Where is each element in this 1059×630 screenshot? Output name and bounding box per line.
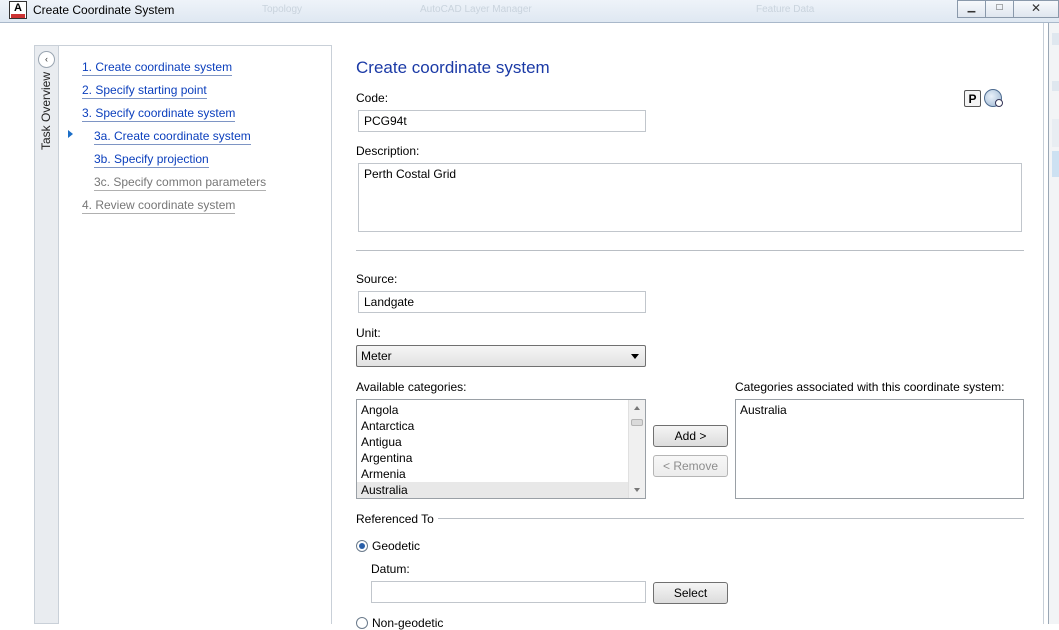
background-tab-feature-data: Feature Data: [756, 4, 815, 15]
add-button[interactable]: Add >: [653, 425, 728, 447]
autocad-app-icon: A: [9, 1, 27, 19]
globe-search-icon[interactable]: [984, 89, 1003, 107]
close-button[interactable]: ✕: [1013, 0, 1059, 18]
nav-step-3b[interactable]: 3b. Specify projection: [94, 152, 209, 168]
scroll-thumb[interactable]: [631, 419, 643, 426]
source-label: Source:: [356, 272, 398, 286]
nav-step-4: 4. Review coordinate system: [82, 198, 236, 214]
title-bar: A Create Coordinate System Topology Auto…: [0, 0, 1059, 23]
list-item[interactable]: Angola: [357, 402, 645, 418]
background-window-edge: [1048, 23, 1059, 624]
nav-step-3c: 3c. Specify common parameters: [94, 175, 267, 191]
source-field[interactable]: Landgate: [358, 291, 646, 313]
description-label: Description:: [356, 144, 420, 158]
list-item[interactable]: Australia: [736, 402, 1023, 418]
background-tab-topology: Topology: [262, 4, 303, 15]
datum-field[interactable]: [371, 581, 646, 603]
code-field[interactable]: PCG94t: [358, 110, 646, 132]
referenced-to-label: Referenced To: [356, 512, 434, 526]
scroll-up-icon[interactable]: [634, 406, 640, 410]
page-title: Create coordinate system: [356, 58, 550, 77]
maximize-button[interactable]: □: [985, 0, 1014, 18]
available-categories-list[interactable]: Angola Antarctica Antigua Argentina Arme…: [356, 399, 646, 499]
unit-dropdown-value: Meter: [361, 349, 392, 363]
unit-dropdown[interactable]: Meter: [356, 345, 646, 367]
minimize-button[interactable]: ▁: [957, 0, 986, 18]
referenced-to-divider: [438, 518, 1024, 519]
list-item-selected[interactable]: Australia: [357, 482, 645, 498]
list-item[interactable]: Antigua: [357, 434, 645, 450]
nav-step-3a[interactable]: 3a. Create coordinate system: [94, 129, 251, 145]
available-list-scrollbar[interactable]: [628, 400, 645, 498]
description-field[interactable]: Perth Costal Grid: [358, 163, 1022, 232]
non-geodetic-radio[interactable]: [356, 617, 368, 629]
geodetic-label[interactable]: Geodetic: [372, 539, 420, 553]
associated-categories-list[interactable]: Australia: [735, 399, 1024, 499]
window-controls: ▁ □ ✕: [957, 0, 1059, 18]
geodetic-radio[interactable]: [356, 540, 368, 552]
scroll-down-icon[interactable]: [634, 488, 640, 492]
nav-step-1[interactable]: 1. Create coordinate system: [82, 60, 233, 76]
list-item[interactable]: Argentina: [357, 450, 645, 466]
task-overview-strip: ‹ Task Overview: [34, 45, 58, 624]
non-geodetic-label[interactable]: Non-geodetic: [372, 616, 443, 630]
dialog-left-frame: [0, 23, 10, 624]
associated-categories-label: Categories associated with this coordina…: [735, 380, 1005, 394]
section-divider: [356, 250, 1024, 251]
nav-step-3[interactable]: 3. Specify coordinate system: [82, 106, 236, 122]
datum-label: Datum:: [371, 562, 410, 576]
list-item[interactable]: Antarctica: [357, 418, 645, 434]
unit-label: Unit:: [356, 326, 381, 340]
code-label: Code:: [356, 91, 389, 105]
task-overview-label[interactable]: Task Overview: [39, 72, 53, 150]
available-categories-label: Available categories:: [356, 380, 467, 394]
p-properties-icon[interactable]: P: [964, 90, 981, 107]
remove-button[interactable]: < Remove: [653, 455, 728, 477]
background-tab-layer-manager: AutoCAD Layer Manager: [420, 4, 532, 15]
chevron-down-icon: [631, 354, 639, 359]
window-title: Create Coordinate System: [33, 3, 175, 17]
current-step-arrow-icon: [68, 130, 73, 138]
select-button[interactable]: Select: [653, 582, 728, 604]
nav-step-2[interactable]: 2. Specify starting point: [82, 83, 207, 99]
collapse-icon[interactable]: ‹: [38, 51, 55, 68]
list-item[interactable]: Armenia: [357, 466, 645, 482]
